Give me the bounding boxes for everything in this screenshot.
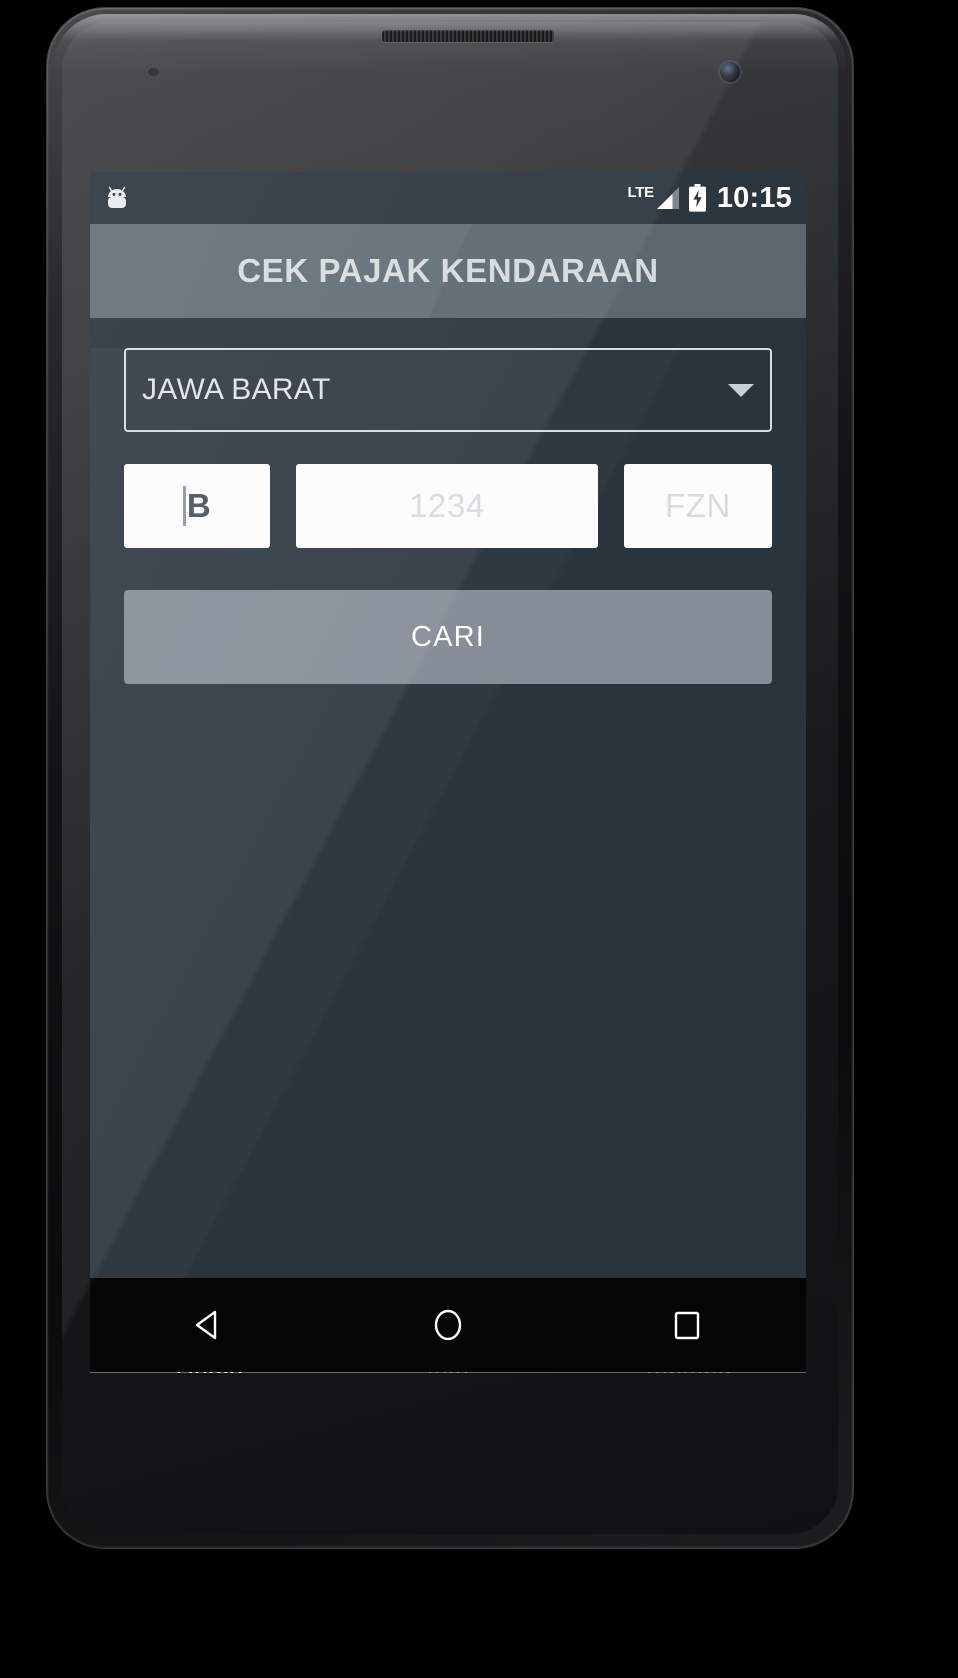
plate-number-input[interactable]: 1234 [296,464,598,548]
proximity-sensor [148,68,159,76]
search-button[interactable]: CARI [124,590,772,684]
status-bar-left [104,186,130,210]
plate-prefix-input[interactable]: B [124,464,270,548]
home-circle-icon [427,1304,469,1346]
status-bar: LTE 10:15 [90,172,806,224]
text-caret [182,486,186,526]
search-button-label: CARI [410,620,486,653]
earpiece-speaker-grille [382,30,554,42]
signal-triangle-icon [655,185,680,211]
android-navigation-bar [90,1278,806,1372]
recents-square-icon [666,1304,708,1346]
front-camera-lens [720,62,740,82]
plate-prefix-value-wrap: B [182,486,212,526]
phone-screen: LTE 10:15 CEK PAJAK KENDARAAN JAWA BARAT… [90,172,806,1373]
nav-home-button[interactable] [329,1304,568,1346]
nav-back-button[interactable] [90,1304,329,1346]
status-bar-clock: 10:15 [716,181,792,214]
status-bar-right: LTE 10:15 [628,181,793,214]
plate-suffix-placeholder: FZN [665,487,731,524]
region-select-dropdown[interactable]: JAWA BARAT [124,348,772,432]
network-type-label: LTE [627,184,655,201]
network-status-group: LTE [628,185,680,211]
android-robot-icon [104,186,130,210]
plate-number-input-row: B 1234 FZN [124,464,772,548]
plate-number-placeholder: 1234 [409,487,485,524]
region-select-value: JAWA BARAT [142,373,331,406]
back-triangle-icon [188,1304,230,1346]
plate-prefix-value: B [186,487,212,524]
battery-charging-icon [688,184,707,212]
app-title-bar: CEK PAJAK KENDARAAN [90,224,806,318]
page-title: CEK PAJAK KENDARAAN [237,252,659,289]
plate-suffix-input[interactable]: FZN [624,464,772,548]
nav-recents-button[interactable] [567,1304,806,1346]
chevron-down-icon [728,383,754,397]
main-content: JAWA BARAT B 1234 FZN CARI [90,348,806,1300]
